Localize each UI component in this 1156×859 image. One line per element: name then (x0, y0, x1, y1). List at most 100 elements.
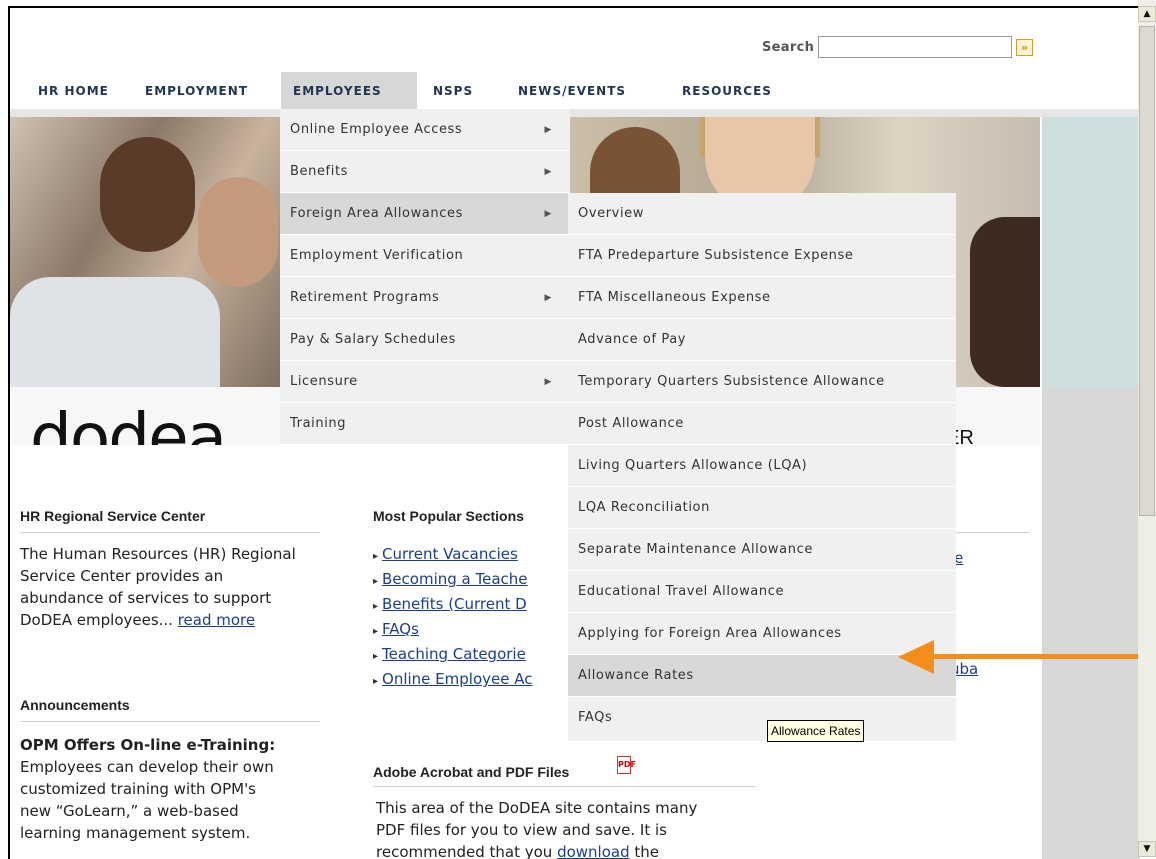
popular-heading: Most Popular Sections (373, 508, 524, 524)
announcement-text: OPM Offers On-line e-Training: Employees… (20, 734, 370, 844)
browser-viewport: Search » HR HOME EMPLOYMENT EMPLOYEES NS… (8, 6, 1140, 859)
section-rule (950, 532, 1030, 533)
popular-link[interactable]: Becoming a Teache (382, 570, 528, 588)
submenu-item-lqa[interactable]: Living Quarters Allowance (LQA) (568, 445, 956, 487)
pdf-text: This area of the DoDEA site contains man… (376, 797, 796, 859)
submenu-item-fta-miscellaneous[interactable]: FTA Miscellaneous Expense (568, 277, 956, 319)
list-item[interactable]: ▸ FAQs (373, 618, 533, 643)
menu-item-label: Training (290, 416, 347, 431)
popular-link[interactable]: Current Vacancies (382, 545, 518, 563)
menu-item-training[interactable]: Training (280, 403, 570, 445)
menu-item-label: Pay & Salary Schedules (290, 332, 456, 347)
search-input[interactable] (818, 36, 1012, 58)
nav-employees[interactable]: EMPLOYEES (281, 72, 417, 110)
text-line: DoDEA employees... read more (20, 609, 370, 631)
pdf-heading: Adobe Acrobat and PDF Files (373, 764, 570, 780)
text-line: Service Center provides an (20, 567, 224, 585)
right-panel-top (1042, 117, 1140, 387)
section-rule (373, 786, 756, 787)
submenu-item-tqsa[interactable]: Temporary Quarters Subsistence Allowance (568, 361, 956, 403)
menu-item-pay-salary-schedules[interactable]: Pay & Salary Schedules (280, 319, 570, 361)
nav-nsps[interactable]: NSPS (421, 72, 485, 110)
dodea-logo: dodea (30, 399, 227, 445)
scroll-up-icon[interactable]: ▲ (1138, 6, 1156, 22)
bullet-icon: ▸ (373, 626, 379, 637)
nav-hr-home[interactable]: HR HOME (26, 72, 121, 110)
submenu-arrow-icon: ▶ (544, 293, 552, 303)
bullet-icon: ▸ (373, 651, 379, 662)
list-item[interactable]: ▸ Teaching Categorie (373, 643, 533, 668)
submenu-item-fta-predeparture[interactable]: FTA Predeparture Subsistence Expense (568, 235, 956, 277)
text-line: Employees can develop their own (20, 758, 274, 776)
nav-employment[interactable]: EMPLOYMENT (133, 72, 260, 110)
read-more-link[interactable]: read more (178, 611, 255, 629)
search-go-button[interactable]: » (1016, 39, 1033, 56)
menu-item-label: Online Employee Access (290, 122, 463, 137)
text-line: The Human Resources (HR) Regional (20, 545, 296, 563)
section-rule (20, 532, 320, 533)
annotation-arrow-head-icon (898, 640, 934, 674)
menu-item-benefits[interactable]: Benefits ▶ (280, 151, 570, 193)
list-item[interactable]: ▸ Online Employee Ac (373, 668, 533, 693)
menu-item-label: Licensure (290, 374, 358, 389)
photo-detail (970, 217, 1040, 387)
text-line: learning management system. (20, 824, 251, 842)
list-item[interactable]: ▸ Current Vacancies (373, 543, 533, 568)
submenu-item-advance-of-pay[interactable]: Advance of Pay (568, 319, 956, 361)
right-panel (1042, 387, 1140, 859)
scrollbar-thumb[interactable] (1139, 26, 1155, 516)
popular-link[interactable]: Benefits (Current D (382, 595, 527, 613)
popular-link[interactable]: Online Employee Ac (382, 670, 532, 688)
submenu-item-lqa-reconciliation[interactable]: LQA Reconciliation (568, 487, 956, 529)
section-rule (20, 721, 320, 722)
menu-item-online-employee-access[interactable]: Online Employee Access ▶ (280, 109, 570, 151)
submenu-item-faqs[interactable]: FAQs (568, 697, 956, 739)
text-line: abundance of services to support (20, 589, 272, 607)
nav-resources[interactable]: RESOURCES (670, 72, 784, 110)
text-fragment: DoDEA employees... (20, 611, 178, 629)
text-line: recommended that you download the (376, 841, 796, 859)
photo-detail (198, 177, 278, 287)
submenu-arrow-icon: ▶ (544, 125, 552, 135)
text-line: PDF files for you to view and save. It i… (376, 821, 667, 839)
hr-center-heading: HR Regional Service Center (20, 508, 206, 524)
text-line: customized training with OPM's (20, 780, 257, 798)
list-item[interactable]: ▸ Becoming a Teache (373, 568, 533, 593)
bullet-icon: ▸ (373, 551, 379, 562)
popular-link[interactable]: Teaching Categorie (382, 645, 526, 663)
menu-item-foreign-area-allowances[interactable]: Foreign Area Allowances ▶ (280, 193, 570, 235)
menu-item-licensure[interactable]: Licensure ▶ (280, 361, 570, 403)
popular-list: ▸ Current Vacancies ▸ Becoming a Teache ▸ B… (373, 543, 533, 693)
scroll-down-icon[interactable]: ▼ (1138, 841, 1156, 857)
search-label: Search (762, 40, 815, 55)
employees-menu: Online Employee Access ▶ Benefits ▶ Foreig… (280, 109, 570, 445)
bullet-icon: ▸ (373, 676, 379, 687)
submenu-arrow-icon: ▶ (544, 167, 552, 177)
photo-detail (10, 277, 220, 387)
submenu-item-separate-maintenance[interactable]: Separate Maintenance Allowance (568, 529, 956, 571)
menu-item-label: Employment Verification (290, 248, 464, 263)
announcement-title: OPM Offers On-line e-Training: (20, 736, 276, 754)
menu-item-employment-verification[interactable]: Employment Verification (280, 235, 570, 277)
submenu-item-overview[interactable]: Overview (568, 193, 956, 235)
hr-center-text: The Human Resources (HR) Regional Servic… (20, 543, 370, 631)
nav-news-events[interactable]: NEWS/EVENTS (506, 72, 638, 110)
annotation-arrow (925, 654, 1140, 659)
submenu-arrow-icon: ▶ (544, 377, 552, 387)
vertical-scrollbar[interactable]: ▲ ▼ (1138, 0, 1156, 857)
submenu-item-educational-travel[interactable]: Educational Travel Allowance (568, 571, 956, 613)
pdf-icon: PDF (617, 756, 636, 774)
photo-detail (100, 137, 195, 252)
menu-item-retirement-programs[interactable]: Retirement Programs ▶ (280, 277, 570, 319)
announcements-heading: Announcements (20, 697, 130, 713)
text-line: This area of the DoDEA site contains man… (376, 799, 698, 817)
submenu-arrow-icon: ▶ (544, 209, 552, 219)
list-item[interactable]: ▸ Benefits (Current D (373, 593, 533, 618)
menu-item-label: Retirement Programs (290, 290, 440, 305)
popular-link[interactable]: FAQs (382, 620, 419, 638)
bullet-icon: ▸ (373, 601, 379, 612)
nav-divider (10, 109, 1140, 117)
submenu-item-post-allowance[interactable]: Post Allowance (568, 403, 956, 445)
menu-item-label: Benefits (290, 164, 349, 179)
menu-item-label: Foreign Area Allowances (290, 206, 463, 221)
